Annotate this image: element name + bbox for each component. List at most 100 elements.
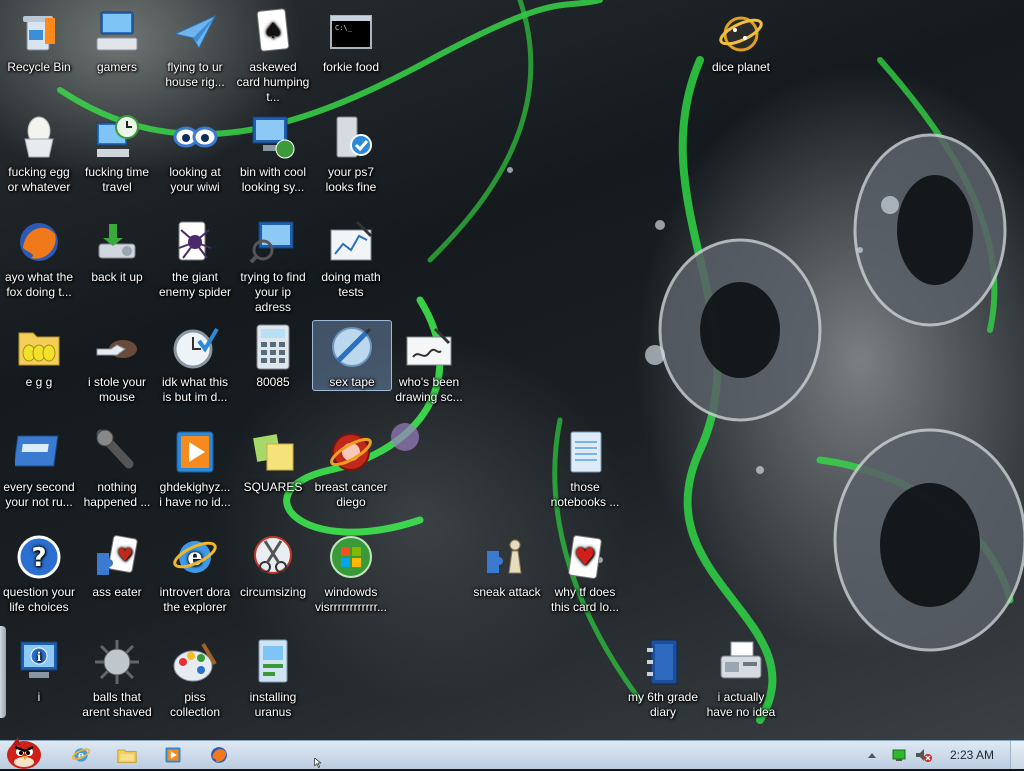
desktop-icon-question-your-life[interactable]: ? question your life choices — [0, 531, 78, 615]
desktop-icon-label: idk what this is but im d... — [161, 375, 229, 404]
desktop-icon-label: question your life choices — [2, 585, 76, 614]
chess-puzzle-icon — [483, 533, 531, 581]
desktop-icon-label: trying to find your ip adress — [240, 270, 306, 314]
tray-clock[interactable]: 2:23 AM — [950, 748, 994, 762]
playing-card-spade-icon: ♠ — [249, 8, 297, 56]
desktop-icon-forkie-food[interactable]: C:\_ forkie food — [312, 6, 390, 75]
recycle-bin-icon — [15, 8, 63, 56]
tray-network[interactable] — [888, 743, 910, 767]
desktop-icon-label: Recycle Bin — [7, 60, 71, 74]
network-computer-icon — [249, 113, 297, 161]
desktop-icon-label: circumsizing — [239, 585, 306, 599]
clock-check-icon — [171, 323, 219, 371]
folder-library-icon — [117, 749, 137, 763]
desktop-icon-label: forkie food — [322, 60, 380, 74]
show-hidden-icons-button[interactable] — [862, 743, 882, 767]
taskbar-internet-explorer[interactable]: e — [66, 743, 96, 767]
desktop-icon-ghdekighyz[interactable]: ghdekighyz... i have no id... — [156, 426, 234, 510]
spider-solitaire-icon — [171, 218, 219, 266]
tray-volume[interactable] — [912, 743, 934, 767]
desktop-icon-i[interactable]: i i — [0, 636, 78, 705]
taskbar: e 2:23 AM — [0, 737, 1024, 769]
desktop-icon-askewed-card[interactable]: ♠ askewed card humping t... — [234, 6, 312, 105]
desktop-icon-label: who's been drawing sc... — [395, 375, 463, 404]
desktop-icon-looking-at-your-wiwi[interactable]: looking at your wiwi — [156, 111, 234, 195]
desktop-icon-your-ps7[interactable]: your ps7 looks fine — [312, 111, 390, 195]
desktop-icon-bin-with-cool[interactable]: bin with cool looking sy... — [234, 111, 312, 195]
desktop-icon-those-notebooks[interactable]: those notebooks ... — [546, 426, 624, 510]
desktop-icon-find-ip[interactable]: trying to find your ip adress — [234, 216, 312, 315]
desktop-icon-label: looking at your wiwi — [169, 165, 221, 194]
desktop-icon-label: fucking egg or whatever — [7, 165, 71, 194]
help-icon: ? — [15, 533, 63, 581]
taskbar-windows-explorer[interactable] — [112, 743, 142, 767]
angry-bird-orb-icon — [7, 737, 41, 769]
desktop-icon-giant-enemy-spider[interactable]: the giant enemy spider — [156, 216, 234, 300]
desktop-icon-label: windowds visrrrrrrrrrrrr... — [315, 585, 387, 614]
ribbon-globe-icon — [327, 428, 375, 476]
desktop-icon-installing-uranus[interactable]: installing uranus — [234, 636, 312, 720]
command-prompt-icon: C:\_ — [327, 8, 375, 56]
desktop-icon-introvert-dora[interactable]: e introvert dora the explorer — [156, 531, 234, 615]
desktop-icon-label: i stole your mouse — [87, 375, 147, 404]
desktop-icon-dice-planet[interactable]: dice planet — [702, 6, 780, 75]
windows-orb-icon — [327, 533, 375, 581]
desktop-icon-squares[interactable]: SQUARES — [234, 426, 312, 495]
desktop-icon-gamers[interactable]: gamers — [78, 6, 156, 75]
desktop-icon-back-it-up[interactable]: back it up — [78, 216, 156, 285]
start-button[interactable] — [2, 735, 46, 771]
media-player-icon — [165, 747, 181, 763]
computer-clock-icon — [93, 113, 141, 161]
desktop-icon-circumsizing[interactable]: circumsizing — [234, 531, 312, 600]
desktop-icon-egg[interactable]: fucking egg or whatever — [0, 111, 78, 195]
taskbar-firefox[interactable] — [204, 743, 234, 767]
desktop-icon-sex-tape[interactable]: sex tape — [312, 320, 392, 391]
media-player-icon — [171, 428, 219, 476]
desktop-icon-label: e g g — [25, 375, 53, 389]
desktop-icon-whos-been-drawing[interactable]: who's been drawing sc... — [390, 321, 468, 405]
desktop-icon-every-second[interactable]: every second your not ru... — [0, 426, 78, 510]
desktop-icon-label: introvert dora the explorer — [159, 585, 231, 614]
desktop-icon-label: i actually have no idea — [706, 690, 776, 719]
desktop-icon-piss-collection[interactable]: piss collection — [156, 636, 234, 720]
desktop-icon-label: sneak attack — [473, 585, 541, 599]
mouse-cursor-icon — [314, 758, 322, 768]
desktop-icon-sneak-attack[interactable]: sneak attack — [468, 531, 546, 600]
desktop-icon-flying-to-ur-house[interactable]: flying to ur house rig... — [156, 6, 234, 90]
taskbar-media-player[interactable] — [158, 743, 188, 767]
desktop-icon-label: i — [37, 690, 41, 704]
desktop-icon-recycle-bin[interactable]: Recycle Bin — [0, 6, 78, 75]
desktop-icon-label: ghdekighyz... i have no id... — [159, 480, 231, 509]
desktop-icon-nothing-happened[interactable]: nothing happened ... — [78, 426, 156, 510]
dice-planet-icon — [717, 8, 765, 56]
desktop-icon-label: doing math tests — [321, 270, 381, 299]
desktop-icon-time-travel[interactable]: fucking time travel — [78, 111, 156, 195]
desktop-icon-my-6th-grade-diary[interactable]: my 6th grade diary — [624, 636, 702, 720]
desktop-icon-label: nothing happened ... — [83, 480, 151, 509]
desktop-icon-label: why tf does this card lo... — [550, 585, 620, 614]
desktop-icon-i-actually-have-no-idea[interactable]: i actually have no idea — [702, 636, 780, 720]
desktop-icon-label: ayo what the fox doing t... — [4, 270, 74, 299]
desktop-icon-ass-eater[interactable]: ♥ ass eater — [78, 531, 156, 600]
paper-plane-icon — [171, 8, 219, 56]
paint-palette-icon — [171, 638, 219, 686]
desktop-icon-label: your ps7 looks fine — [325, 165, 377, 194]
scissors-icon — [249, 533, 297, 581]
desktop-icon-windowds-visr[interactable]: windowds visrrrrrrrrrrrr... — [312, 531, 390, 615]
desktop-icon-idk-what-this-is[interactable]: idk what this is but im d... — [156, 321, 234, 405]
show-desktop-button[interactable] — [1010, 741, 1024, 769]
microphone-icon — [93, 428, 141, 476]
firefox-icon — [15, 218, 63, 266]
desktop-icon-label: those notebooks ... — [550, 480, 620, 509]
desktop-icon-80085[interactable]: 80085 — [234, 321, 312, 390]
desktop-icon-ayo-what-the-fox[interactable]: ayo what the fox doing t... — [0, 216, 78, 300]
desktop-icon-doing-math-tests[interactable]: doing math tests — [312, 216, 390, 300]
chart-pen-icon — [327, 218, 375, 266]
info-computer-icon: i — [15, 638, 63, 686]
desktop-icon-why-tf-does-this-card[interactable]: ♥ why tf does this card lo... — [546, 531, 624, 615]
desktop-icon-e-g-g[interactable]: e g g — [0, 321, 78, 390]
drive-check-icon — [327, 113, 375, 161]
desktop-icon-balls-that-arent-shaved[interactable]: balls that arent shaved — [78, 636, 156, 720]
desktop-icon-breast-cancer-diego[interactable]: breast cancer diego — [312, 426, 390, 510]
desktop-icon-i-stole-your-mouse[interactable]: i stole your mouse — [78, 321, 156, 405]
